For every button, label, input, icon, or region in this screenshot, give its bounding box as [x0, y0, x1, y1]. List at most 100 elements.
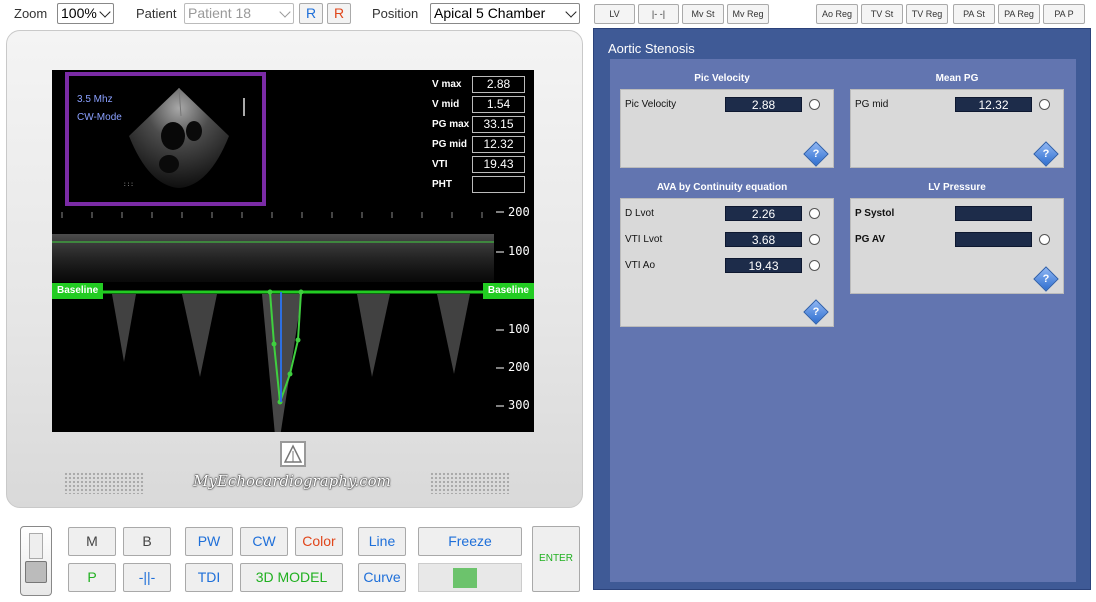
mean-pg-value: 12.32 — [955, 97, 1032, 112]
position-select[interactable]: Apical 5 Chamber — [430, 3, 580, 24]
help-icon[interactable]: ? — [803, 141, 829, 167]
peak-velocity-box: Pic Velocity 2.88 ? — [620, 89, 834, 168]
vti-ao-label: VTI Ao — [625, 260, 656, 271]
pg-av-radio[interactable] — [1039, 234, 1050, 245]
tdi-button[interactable]: TDI — [185, 563, 233, 592]
panel-body: Pic Velocity Pic Velocity 2.88 ? Mean PG… — [610, 59, 1076, 582]
gain-slider[interactable] — [20, 526, 52, 596]
slider-track — [29, 533, 43, 559]
help-glyph: ? — [812, 306, 820, 318]
scale-label: 100 — [508, 322, 530, 336]
vmid-value: 1.54 — [472, 96, 525, 113]
mode-button-pa-p[interactable]: PA P — [1043, 4, 1085, 24]
3d-model-button[interactable]: 3D MODEL — [240, 563, 343, 592]
pg-av-label: PG AV — [855, 234, 886, 245]
toolbar: Zoom 100% Patient Patient 18 R R Positio… — [0, 0, 590, 28]
mode-button-tv-st[interactable]: TV St — [861, 4, 903, 24]
zoom-select[interactable]: 100% — [57, 3, 114, 24]
d-lvot-value: 2.26 — [725, 206, 802, 221]
help-icon[interactable]: ? — [1033, 141, 1059, 167]
pht-value — [472, 176, 525, 193]
vti-ao-radio[interactable] — [809, 260, 820, 271]
doppler-spectrum — [52, 211, 534, 432]
help-glyph: ? — [1042, 273, 1050, 285]
patient-value: Patient 18 — [188, 5, 252, 21]
pw-button[interactable]: PW — [185, 527, 233, 556]
vti-lvot-label: VTI Lvot — [625, 234, 663, 245]
position-label: Position — [372, 6, 419, 21]
pgmid-value: 12.32 — [472, 136, 525, 153]
mode-button-lv[interactable]: LV — [594, 4, 635, 24]
curve-button[interactable]: Curve — [358, 563, 406, 592]
enter-button[interactable]: ENTER — [532, 526, 580, 592]
scale-label: 100 — [508, 244, 530, 258]
panel-title: Aortic Stenosis — [608, 41, 695, 56]
slider-knob[interactable] — [25, 561, 47, 583]
mode-button-tv-reg[interactable]: TV Reg — [906, 4, 948, 24]
echo-screen: 3.5 Mhz CW-Mode ::: V max 2.88 V mid 1.5… — [52, 70, 534, 432]
scale-label: 200 — [508, 360, 530, 374]
mean-pg-radio[interactable] — [1039, 99, 1050, 110]
ava-row: D Lvot 2.26 — [625, 206, 831, 222]
mode-button-measure[interactable]: |- -| — [638, 4, 679, 24]
patient-label: Patient — [136, 6, 177, 21]
brand-name: MyEchocardiography.com — [193, 472, 391, 490]
help-glyph: ? — [812, 148, 820, 160]
ava-box: D Lvot 2.26 VTI Lvot 3.68 VTI Ao 19.43 ? — [620, 198, 834, 327]
speaker-grille-left — [64, 472, 144, 494]
freeze-led — [453, 568, 477, 588]
peak-velocity-radio[interactable] — [809, 99, 820, 110]
brand-logo-icon — [280, 441, 306, 467]
freeze-indicator — [418, 563, 522, 592]
pg-av-value — [955, 232, 1032, 247]
chevron-down-icon — [565, 6, 577, 18]
ava-title: AVA by Continuity equation — [656, 182, 788, 193]
echo-2d-inset: 3.5 Mhz CW-Mode ::: — [65, 72, 266, 206]
mean-pg-box: PG mid 12.32 ? — [850, 89, 1064, 168]
peak-velocity-row: Pic Velocity 2.88 — [625, 97, 831, 113]
p-systol-label: P Systol — [855, 208, 895, 219]
line-button[interactable]: Line — [358, 527, 406, 556]
mode-button-ao-reg[interactable]: Ao Reg — [816, 4, 858, 24]
help-icon[interactable]: ? — [803, 299, 829, 325]
chevron-down-icon — [99, 6, 111, 18]
m-mode-button[interactable]: M — [68, 527, 116, 556]
vmax-value: 2.88 — [472, 76, 525, 93]
mode-button-mv-st[interactable]: Mv St — [682, 4, 724, 24]
split-button[interactable]: -||- — [123, 563, 171, 592]
cw-button[interactable]: CW — [240, 527, 288, 556]
echo-sector-image: ::: — [123, 87, 245, 188]
lv-pressure-row: PG AV — [855, 232, 1061, 248]
scale-label: 200 — [508, 205, 530, 219]
mean-pg-label: PG mid — [855, 99, 889, 110]
vti-value: 19.43 — [472, 156, 525, 173]
peak-velocity-title: Pic Velocity — [694, 73, 750, 84]
freeze-button[interactable]: Freeze — [418, 527, 522, 556]
baseline-handle-left[interactable]: Baseline — [52, 283, 104, 299]
ava-row: VTI Ao 19.43 — [625, 258, 831, 274]
aortic-stenosis-panel: Aortic Stenosis Pic Velocity Pic Velocit… — [593, 28, 1091, 590]
patient-select[interactable]: Patient 18 — [184, 3, 294, 24]
mode-button-mv-reg[interactable]: Mv Reg — [727, 4, 769, 24]
d-lvot-radio[interactable] — [809, 208, 820, 219]
zoom-value: 100% — [61, 5, 97, 21]
color-button[interactable]: Color — [295, 527, 343, 556]
mode-button-pa-reg[interactable]: PA Reg — [998, 4, 1040, 24]
baseline-handle-right[interactable]: Baseline — [482, 283, 534, 299]
lv-pressure-row: P Systol — [855, 206, 1061, 222]
b-mode-button[interactable]: B — [123, 527, 171, 556]
mode-button-pa-st[interactable]: PA St — [953, 4, 995, 24]
p-button[interactable]: P — [68, 563, 116, 592]
position-value: Apical 5 Chamber — [434, 5, 546, 21]
help-glyph: ? — [1042, 148, 1050, 160]
help-icon[interactable]: ? — [1033, 266, 1059, 292]
rotate-left-button[interactable]: R — [299, 3, 323, 24]
speaker-grille-right — [430, 472, 510, 494]
peak-velocity-value: 2.88 — [725, 97, 802, 112]
rotate-right-button[interactable]: R — [327, 3, 351, 24]
vti-lvot-radio[interactable] — [809, 234, 820, 245]
vti-ao-value: 19.43 — [725, 258, 802, 273]
d-lvot-label: D Lvot — [625, 208, 654, 219]
p-systol-value — [955, 206, 1032, 221]
mean-pg-title: Mean PG — [935, 73, 979, 84]
